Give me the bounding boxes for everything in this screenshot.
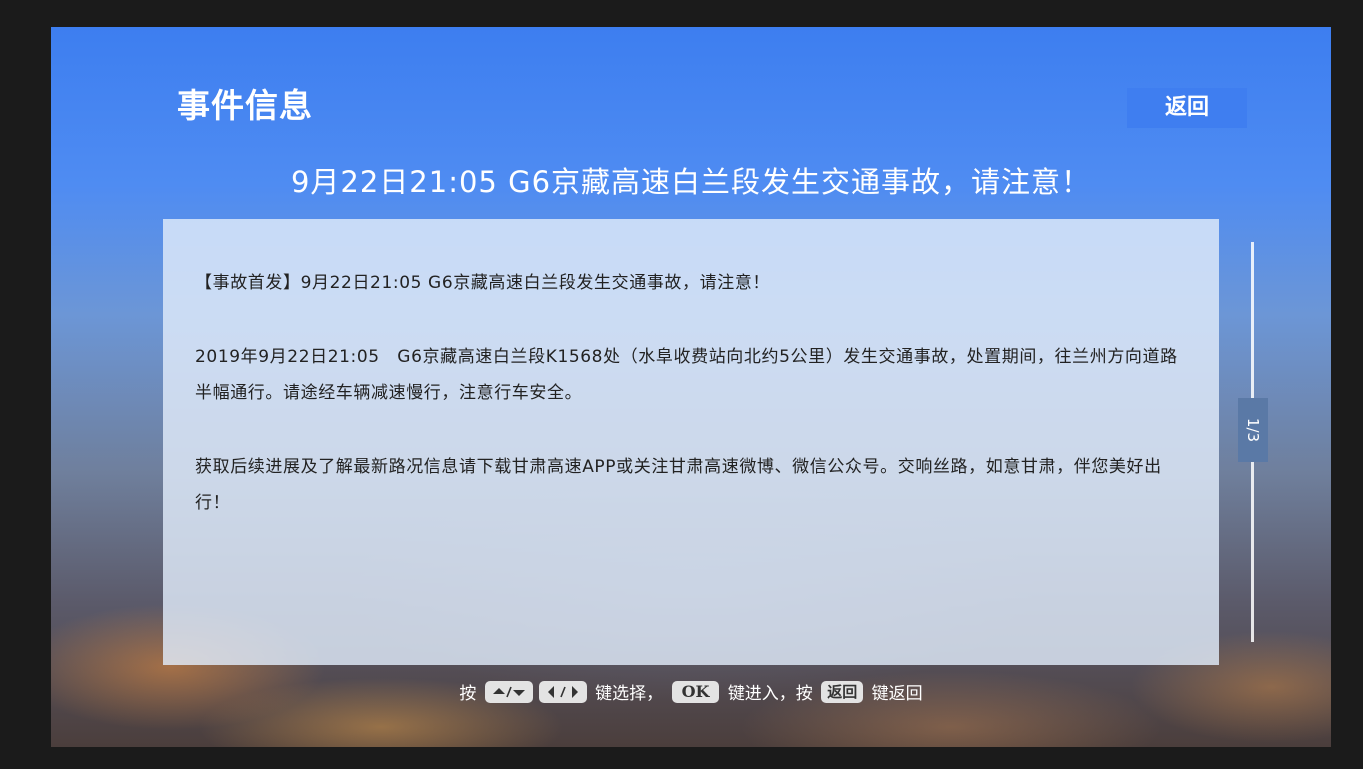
left-right-arrows-icon — [538, 680, 587, 703]
content-paragraph-3: 获取后续进展及了解最新路况信息请下载甘肃高速APP或关注甘肃高速微博、微信公众号… — [195, 457, 1162, 513]
hint-press-text: 按 — [459, 684, 477, 704]
hint-select-text: 键选择， — [595, 684, 664, 704]
content-paragraph-1: 【事故首发】9月22日21:05 G6京藏高速白兰段发生交通事故，请注意！ — [195, 273, 771, 293]
page-indicator-text: 1/3 — [1244, 417, 1262, 443]
page-indicator: 1/3 — [1238, 398, 1268, 462]
hint-enter-text: 键进入，按 — [727, 684, 813, 704]
hint-back-text: 键返回 — [871, 684, 923, 704]
ok-key-badge: OK — [671, 680, 720, 703]
event-info-screen: 事件信息 返回 9月22日21:05 G6京藏高速白兰段发生交通事故，请注意！ … — [51, 27, 1331, 747]
remote-key-hint: 按 键选择， OK 键进入，按 返回 键返回 — [51, 679, 1331, 704]
event-headline: 9月22日21:05 G6京藏高速白兰段发生交通事故，请注意！ — [290, 165, 1092, 199]
event-content-panel[interactable]: 【事故首发】9月22日21:05 G6京藏高速白兰段发生交通事故，请注意！ 20… — [163, 219, 1219, 665]
back-button[interactable]: 返回 — [1127, 88, 1247, 128]
up-down-arrows-icon — [484, 680, 533, 703]
content-paragraph-2: 2019年9月22日21:05 G6京藏高速白兰段K1568处（水阜收费站向北约… — [195, 347, 1178, 403]
page-title: 事件信息 — [177, 86, 313, 125]
back-key-badge: 返回 — [821, 680, 864, 703]
